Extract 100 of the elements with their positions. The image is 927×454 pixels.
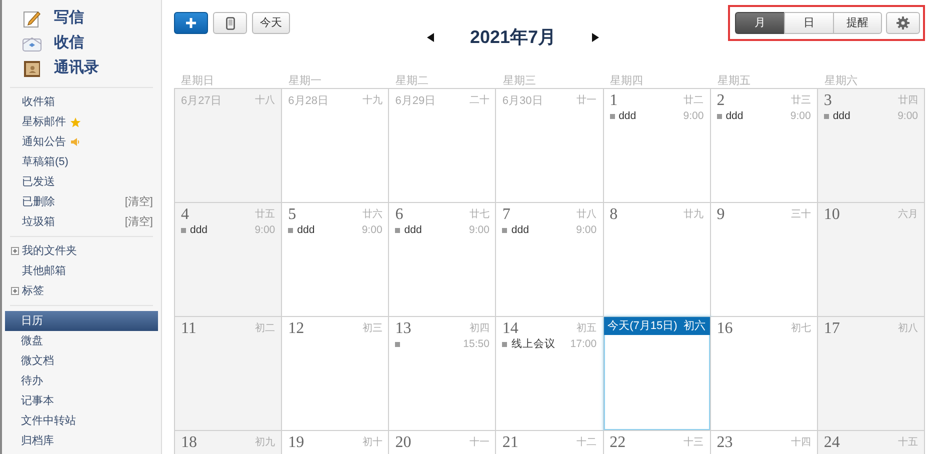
app-link[interactable]: 文件中转站 xyxy=(5,411,158,431)
app-link[interactable]: 日历 xyxy=(5,311,158,331)
weekday-label: 星期三 xyxy=(502,75,536,87)
lunar-date: 初五 xyxy=(576,322,597,336)
day-cell[interactable]: 22 十三 xyxy=(604,431,711,454)
day-number: 6月29日 xyxy=(395,94,436,109)
day-cell[interactable]: 18 初九 xyxy=(175,431,282,454)
day-number: 1 xyxy=(610,92,618,110)
day-cell[interactable]: 7 廿八 ddd 9:00 xyxy=(496,203,604,317)
folder-link[interactable]: 草稿箱(5) xyxy=(22,154,68,170)
day-number: 3 xyxy=(824,92,832,110)
folder-link[interactable]: 星标邮件 xyxy=(22,114,66,130)
clear-link[interactable]: [清空] xyxy=(124,214,153,230)
today-button[interactable]: 今天 xyxy=(252,12,290,34)
day-number: 13 xyxy=(395,320,412,338)
app-link[interactable]: 微盘 xyxy=(5,331,158,351)
day-number: 6月27日 xyxy=(181,94,222,109)
day-number: 16 xyxy=(716,320,733,338)
day-cell[interactable]: 17 初八 xyxy=(818,317,925,431)
day-cell[interactable]: 14 初五 线上会议 17:00 xyxy=(496,317,604,431)
lunar-date: 十二 xyxy=(576,436,597,450)
day-number: 2 xyxy=(716,92,725,110)
view-tab[interactable]: 日 xyxy=(784,12,833,34)
event-time: 9:00 xyxy=(898,108,918,124)
folder-link[interactable]: 已删除 xyxy=(22,194,55,210)
event-title[interactable]: ddd xyxy=(404,222,422,238)
event-title[interactable]: ddd xyxy=(297,222,315,238)
day-number: 14 xyxy=(502,320,518,338)
event-time: 15:50 xyxy=(463,336,490,352)
view-tab[interactable]: 月 xyxy=(735,12,784,34)
day-cell[interactable]: 4 廿五 ddd 9:00 xyxy=(175,203,282,317)
day-cell[interactable]: 24 十五 xyxy=(818,431,925,454)
day-number: 8 xyxy=(610,206,618,224)
lunar-date: 三十 xyxy=(790,208,811,222)
day-cell[interactable]: 6 廿七 ddd 9:00 xyxy=(389,203,496,317)
event-title[interactable]: ddd xyxy=(190,222,208,238)
lunar-date: 廿九 xyxy=(684,208,704,222)
day-cell[interactable]: 1 廿二 ddd 9:00 xyxy=(604,89,711,203)
day-number: 6 xyxy=(395,206,404,224)
day-cell[interactable]: 23 十四 xyxy=(710,431,818,454)
app-link[interactable]: 记事本 xyxy=(5,391,158,411)
day-number: 7 xyxy=(502,206,510,224)
event-time: 9:00 xyxy=(790,108,811,124)
lunar-date: 初八 xyxy=(898,322,918,336)
day-cell[interactable]: 10 六月 xyxy=(818,203,925,317)
folder-link[interactable]: 其他邮箱 xyxy=(22,262,66,280)
lunar-date: 廿三 xyxy=(790,94,811,108)
today-cell[interactable]: 今天(7月15日) 初六 xyxy=(604,317,711,431)
lunar-date: 初六 xyxy=(684,318,706,334)
lunar-date: 初十 xyxy=(362,436,382,450)
day-cell[interactable]: 11 初二 xyxy=(175,317,282,431)
lunar-date: 初四 xyxy=(469,322,490,336)
day-cell[interactable]: 12 初三 xyxy=(282,317,390,431)
folder-link[interactable]: 通知公告 xyxy=(22,134,66,150)
lunar-date: 初二 xyxy=(255,322,276,336)
day-number: 21 xyxy=(502,434,518,452)
lunar-date: 十四 xyxy=(790,436,811,450)
app-link[interactable]: 微文档 xyxy=(5,351,158,371)
day-cell[interactable]: 13 初四 15:50 xyxy=(389,317,496,431)
month-title: 2021年7月 xyxy=(469,26,558,49)
view-tab[interactable]: 提醒 xyxy=(833,12,882,34)
event-time: 9:00 xyxy=(362,222,382,238)
app-link[interactable]: 归档库 xyxy=(5,431,158,451)
lunar-date: 十五 xyxy=(898,436,918,450)
lunar-date: 廿二 xyxy=(684,94,704,108)
lunar-date: 十八 xyxy=(255,94,276,108)
lunar-date: 十九 xyxy=(362,94,382,108)
lunar-date: 十三 xyxy=(684,436,704,450)
day-cell[interactable]: 5 廿六 ddd 9:00 xyxy=(282,203,390,317)
folder-link[interactable]: 已发送 xyxy=(22,174,55,190)
action-link[interactable]: 收信 xyxy=(54,32,84,55)
lunar-date: 初三 xyxy=(362,322,382,336)
day-cell[interactable]: 9 三十 xyxy=(710,203,818,317)
folder-link[interactable]: 我的文件夹 xyxy=(22,242,77,260)
weekday-label: 星期日 xyxy=(181,75,214,87)
day-cell[interactable]: 16 初七 xyxy=(710,317,818,431)
weekday-label: 星期四 xyxy=(610,75,644,87)
lunar-date: 六月 xyxy=(898,208,918,222)
action-link[interactable]: 通讯录 xyxy=(54,57,99,80)
day-number: 18 xyxy=(181,434,197,452)
folder-link[interactable]: 收件箱 xyxy=(22,94,55,110)
event-title[interactable]: ddd xyxy=(511,222,529,238)
day-number: 5 xyxy=(288,206,296,224)
event-title[interactable]: ddd xyxy=(832,108,850,124)
lunar-date: 初九 xyxy=(255,436,276,450)
clear-link[interactable]: [清空] xyxy=(124,194,153,210)
event-title[interactable]: ddd xyxy=(726,108,744,124)
action-link[interactable]: 写信 xyxy=(54,7,84,30)
day-cell[interactable]: 2 廿三 ddd 9:00 xyxy=(710,89,818,203)
day-cell[interactable]: 3 廿四 ddd 9:00 xyxy=(818,89,925,203)
day-number: 6月28日 xyxy=(288,94,328,109)
folder-link[interactable]: 标签 xyxy=(22,282,44,300)
app-link[interactable]: 待办 xyxy=(5,371,158,391)
event-title[interactable]: 线上会议 xyxy=(511,336,556,352)
event-title[interactable]: ddd xyxy=(618,108,636,124)
lunar-date: 十一 xyxy=(469,436,490,450)
folder-link[interactable]: 垃圾箱 xyxy=(22,214,55,230)
day-number: 17 xyxy=(824,320,840,338)
day-cell[interactable]: 8 廿九 xyxy=(604,203,711,317)
day-number: 10 xyxy=(824,206,840,224)
